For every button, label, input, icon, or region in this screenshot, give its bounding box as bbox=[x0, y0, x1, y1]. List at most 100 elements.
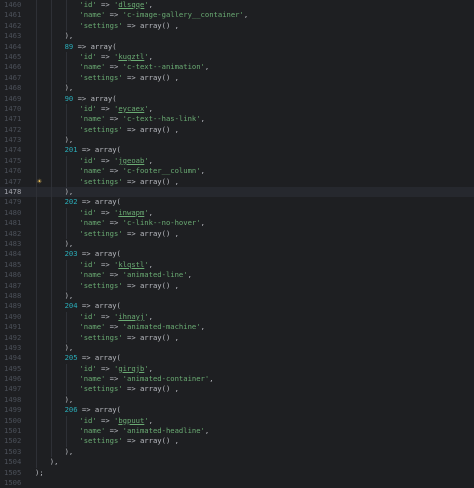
code-line[interactable]: 1488), bbox=[0, 290, 474, 302]
code-line[interactable]: 1467 'settings' => array() , bbox=[0, 72, 474, 84]
indent-guide bbox=[65, 166, 67, 177]
code-line[interactable]: 1464 89 => array( bbox=[0, 41, 474, 52]
code-line[interactable]: 1495 'id' => 'girqjb', bbox=[0, 363, 474, 375]
punctuation: , bbox=[170, 280, 179, 290]
string-literal: 'animated-line' bbox=[122, 270, 188, 280]
punctuation: , bbox=[170, 176, 179, 186]
indent-guide bbox=[50, 197, 52, 208]
code-line[interactable]: 1486 'name' => 'animated-line', bbox=[0, 270, 474, 281]
indent-guide bbox=[36, 10, 37, 21]
code-line[interactable]: 1494 205 => array( bbox=[0, 353, 474, 364]
indent-guide bbox=[36, 426, 37, 437]
code-line[interactable]: 1497 'settings' => array() , bbox=[0, 384, 474, 395]
code-line[interactable]: 1475 'id' => 'jgeoab', bbox=[0, 155, 474, 167]
code-line[interactable]: 1501 'name' => 'animated-headline', bbox=[0, 426, 474, 437]
array-call: array( bbox=[90, 41, 117, 51]
code-text: 'id' => 'klqstl', bbox=[79, 260, 153, 270]
code-line[interactable]: 1499 206 => array( bbox=[0, 405, 474, 416]
code-line[interactable]: 1470 'id' => 'eycaex', bbox=[0, 103, 474, 115]
code-line[interactable]: 1462 'settings' => array() , bbox=[0, 20, 474, 32]
code-line[interactable]: 1491 'name' => 'animated-machine', bbox=[0, 322, 474, 333]
code-line[interactable]: 1472 'settings' => array() , bbox=[0, 124, 474, 136]
code-line[interactable]: 1477 ☀ 'settings' => array() , bbox=[0, 176, 474, 188]
line-number: 1465 bbox=[4, 51, 22, 61]
code-line[interactable]: 1474 201 => array( bbox=[0, 145, 474, 156]
array-call: array() bbox=[139, 124, 171, 134]
code-line[interactable]: 1461 'name' => 'c-image-gallery__containe… bbox=[0, 10, 474, 21]
string-literal: 'jgeoab' bbox=[114, 155, 149, 165]
indent-guide bbox=[50, 166, 52, 177]
indent-guide bbox=[36, 405, 37, 416]
code-line[interactable]: 1468), bbox=[0, 83, 474, 94]
line-number: 1462 bbox=[4, 20, 22, 30]
code-line[interactable]: 1479 202 => array( bbox=[0, 197, 474, 208]
code-line[interactable]: 1502 'settings' => array() , bbox=[0, 436, 474, 447]
code-line[interactable]: 1463), bbox=[0, 31, 474, 42]
punctuation: => bbox=[105, 426, 123, 436]
string-literal: 'id' bbox=[79, 155, 97, 165]
code-line[interactable]: 1485 'id' => 'klqstl', bbox=[0, 259, 474, 271]
array-call: array() bbox=[139, 436, 171, 446]
line-number: 1491 bbox=[4, 322, 22, 332]
code-text: 'id' => 'bgpuut', bbox=[79, 416, 153, 426]
punctuation: , bbox=[148, 51, 153, 61]
numeric-key: 89 bbox=[64, 41, 74, 51]
code-line[interactable]: 1480 'id' => 'inwapm', bbox=[0, 207, 474, 219]
code-line[interactable]: 1481 'name' => 'c-link--no-hover', bbox=[0, 218, 474, 229]
punctuation: => bbox=[105, 322, 123, 332]
code-line[interactable]: 1496 'name' => 'animated-container', bbox=[0, 374, 474, 385]
code-line[interactable]: 1478), bbox=[0, 187, 474, 198]
punctuation: ), bbox=[64, 238, 74, 248]
punctuation: ); bbox=[35, 467, 44, 477]
punctuation: => bbox=[77, 353, 95, 363]
indent-guide bbox=[50, 405, 52, 416]
indent-guide bbox=[36, 124, 37, 136]
line-number: 1493 bbox=[4, 342, 22, 352]
code-line[interactable]: 1489 204 => array( bbox=[0, 301, 474, 312]
line-number: 1477 bbox=[4, 176, 22, 186]
code-line[interactable]: 1469 90 => array( bbox=[0, 93, 474, 104]
code-text: ), bbox=[65, 31, 74, 41]
code-text: 206 => array( bbox=[65, 405, 121, 415]
code-line[interactable]: 1465 'id' => 'kugztl', bbox=[0, 51, 474, 63]
array-call: array( bbox=[94, 353, 121, 363]
code-line[interactable]: 1503), bbox=[0, 446, 474, 458]
lightbulb-icon[interactable]: ☀ bbox=[37, 177, 44, 186]
code-text: ), bbox=[65, 187, 74, 197]
numeric-key: 201 bbox=[64, 145, 78, 155]
code-line[interactable]: 1504), bbox=[0, 457, 474, 468]
code-line[interactable]: 1460 'id' => 'dlsqqe', bbox=[0, 0, 474, 11]
code-line[interactable]: 1500 'id' => 'bgpuut', bbox=[0, 415, 474, 427]
code-line[interactable]: 1473), bbox=[0, 135, 474, 146]
line-number: 1470 bbox=[4, 103, 22, 113]
line-number: 1482 bbox=[4, 228, 22, 238]
code-line[interactable]: 1484 203 => array( bbox=[0, 249, 474, 260]
line-number: 1490 bbox=[4, 311, 22, 321]
code-line[interactable]: 1498), bbox=[0, 394, 474, 406]
string-literal: 'id' bbox=[79, 103, 97, 113]
string-literal: 'settings' bbox=[79, 124, 123, 134]
punctuation: ), bbox=[64, 83, 74, 93]
code-line[interactable]: 1471 'name' => 'c-text--has-link', bbox=[0, 114, 474, 125]
code-text: 'id' => 'kugztl', bbox=[79, 52, 153, 62]
line-number: 1476 bbox=[4, 166, 22, 176]
code-line[interactable]: 1506 bbox=[0, 478, 474, 488]
code-line[interactable]: 1505); bbox=[0, 468, 474, 478]
indent-guide bbox=[50, 394, 52, 406]
code-line[interactable]: 1476 'name' => 'c-footer__column', bbox=[0, 166, 474, 177]
code-editor[interactable]: 1460 'id' => 'dlsqqe', 1461 'name' => 'c-im… bbox=[0, 0, 474, 487]
punctuation: , bbox=[170, 436, 179, 446]
code-line[interactable]: 1466 'name' => 'c-text--animation', bbox=[0, 62, 474, 73]
code-line[interactable]: 1487 'settings' => array() , bbox=[0, 280, 474, 291]
code-line[interactable]: 1483), bbox=[0, 238, 474, 250]
code-line[interactable]: 1482 'settings' => array() , bbox=[0, 228, 474, 239]
indent-guide bbox=[50, 259, 52, 271]
code-line[interactable]: 1490 'id' => 'ihnayj', bbox=[0, 311, 474, 323]
code-text: ), bbox=[65, 239, 74, 249]
line-number: 1506 bbox=[4, 477, 22, 487]
indent-guide bbox=[50, 176, 52, 188]
indent-guide bbox=[36, 103, 37, 115]
numeric-key: 202 bbox=[64, 197, 78, 207]
code-line[interactable]: 1492 'settings' => array() , bbox=[0, 332, 474, 343]
code-line[interactable]: 1493), bbox=[0, 342, 474, 354]
